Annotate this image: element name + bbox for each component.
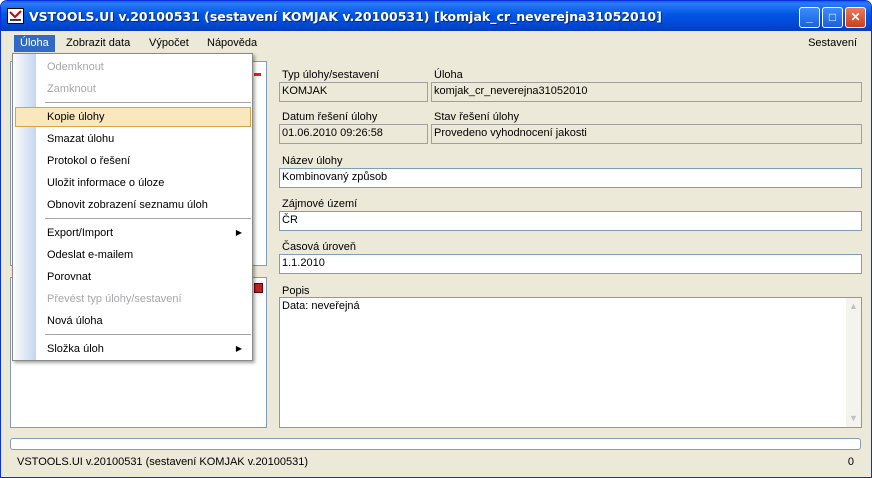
- menu-item-nova-uloha[interactable]: Nová úloha: [15, 311, 251, 331]
- scroll-down-icon[interactable]: ▼: [846, 411, 861, 426]
- datum-label: Datum řešení úlohy: [282, 111, 378, 123]
- menu-bar: Úloha Zobrazit data Výpočet Nápověda Ses…: [1, 34, 871, 53]
- app-icon: [7, 8, 24, 24]
- menu-sestaveni[interactable]: Sestavení: [808, 35, 857, 52]
- menu-vypocet[interactable]: Výpočet: [143, 35, 195, 52]
- menu-separator: [45, 102, 251, 103]
- menu-item-smazat-ulohu[interactable]: Smazat úlohu: [15, 129, 251, 149]
- menu-napoveda[interactable]: Nápověda: [201, 35, 263, 52]
- window-title: VSTOOLS.UI v.20100531 (sestavení KOMJAK …: [29, 9, 662, 24]
- datum-field: 01.06.2010 09:26:58: [279, 124, 428, 144]
- casova-input[interactable]: 1.1.2010: [279, 254, 862, 274]
- popis-text: Data: neveřejná: [282, 300, 360, 312]
- uloha-label: Úloha: [434, 69, 463, 81]
- menu-item-odeslat-email[interactable]: Odeslat e-mailem: [15, 245, 251, 265]
- stav-label: Stav řešení úlohy: [434, 111, 519, 123]
- app-window: VSTOOLS.UI v.20100531 (sestavení KOMJAK …: [0, 0, 872, 478]
- popis-label: Popis: [282, 285, 310, 297]
- menu-item-kopie-ulohy[interactable]: Kopie úlohy: [15, 107, 251, 127]
- submenu-arrow-icon: ▶: [235, 228, 242, 237]
- close-icon: ✕: [850, 10, 861, 24]
- menu-item-ulozit-informace[interactable]: Uložit informace o úloze: [15, 173, 251, 193]
- title-bar[interactable]: VSTOOLS.UI v.20100531 (sestavení KOMJAK …: [1, 1, 871, 31]
- typ-field: KOMJAK: [279, 82, 428, 102]
- zajmove-input[interactable]: ČR: [279, 211, 862, 231]
- casova-label: Časová úroveň: [282, 241, 356, 253]
- popis-textarea[interactable]: Data: neveřejná ▲ ▼: [279, 297, 862, 428]
- status-count: 0: [847, 456, 854, 468]
- menu-item-export-import[interactable]: Export/Import ▶: [15, 223, 251, 243]
- progress-bar: [10, 438, 861, 450]
- menu-item-slozka-uloh[interactable]: Složka úloh ▶: [15, 339, 251, 359]
- stav-field: Provedeno vyhodnocení jakosti: [431, 124, 862, 144]
- minimize-icon: _: [806, 10, 813, 24]
- scroll-up-icon[interactable]: ▲: [846, 299, 861, 314]
- menu-zobrazit-data[interactable]: Zobrazit data: [60, 35, 136, 52]
- popis-scrollbar[interactable]: ▲ ▼: [846, 298, 861, 427]
- red-marker-icon: [254, 73, 261, 76]
- typ-label: Typ úlohy/sestavení: [282, 69, 380, 81]
- submenu-arrow-icon: ▶: [235, 344, 242, 353]
- menu-item-label: Export/Import: [47, 227, 114, 239]
- menu-separator: [45, 334, 251, 335]
- menu-item-porovnat[interactable]: Porovnat: [15, 267, 251, 287]
- menu-item-obnovit-zobrazeni[interactable]: Obnovit zobrazení seznamu úloh: [15, 195, 251, 215]
- nazev-input[interactable]: Kombinovaný způsob: [279, 168, 862, 188]
- minimize-button[interactable]: _: [799, 7, 820, 28]
- menu-item-label: Složka úloh: [47, 343, 104, 355]
- maximize-icon: □: [828, 10, 837, 24]
- menu-item-protokol[interactable]: Protokol o řešení: [15, 151, 251, 171]
- zajmove-label: Zájmové území: [282, 198, 358, 210]
- menu-item-zamknout: Zamknout: [47, 83, 96, 95]
- menu-separator: [45, 218, 251, 219]
- lock-icon[interactable]: [254, 283, 263, 293]
- uloha-field: komjak_cr_neverejna31052010: [431, 82, 862, 102]
- uloha-dropdown-menu: Odemknout Zamknout Kopie úlohy Smazat úl…: [12, 53, 253, 361]
- menu-item-prevest-typ: Převést typ úlohy/sestavení: [47, 293, 182, 305]
- menu-item-odemknout: Odemknout: [47, 61, 104, 73]
- nazev-label: Název úlohy: [282, 155, 343, 167]
- menu-uloha[interactable]: Úloha: [14, 35, 55, 52]
- status-text: VSTOOLS.UI v.20100531 (sestavení KOMJAK …: [17, 456, 309, 468]
- maximize-button[interactable]: □: [822, 7, 843, 28]
- close-button[interactable]: ✕: [845, 7, 866, 28]
